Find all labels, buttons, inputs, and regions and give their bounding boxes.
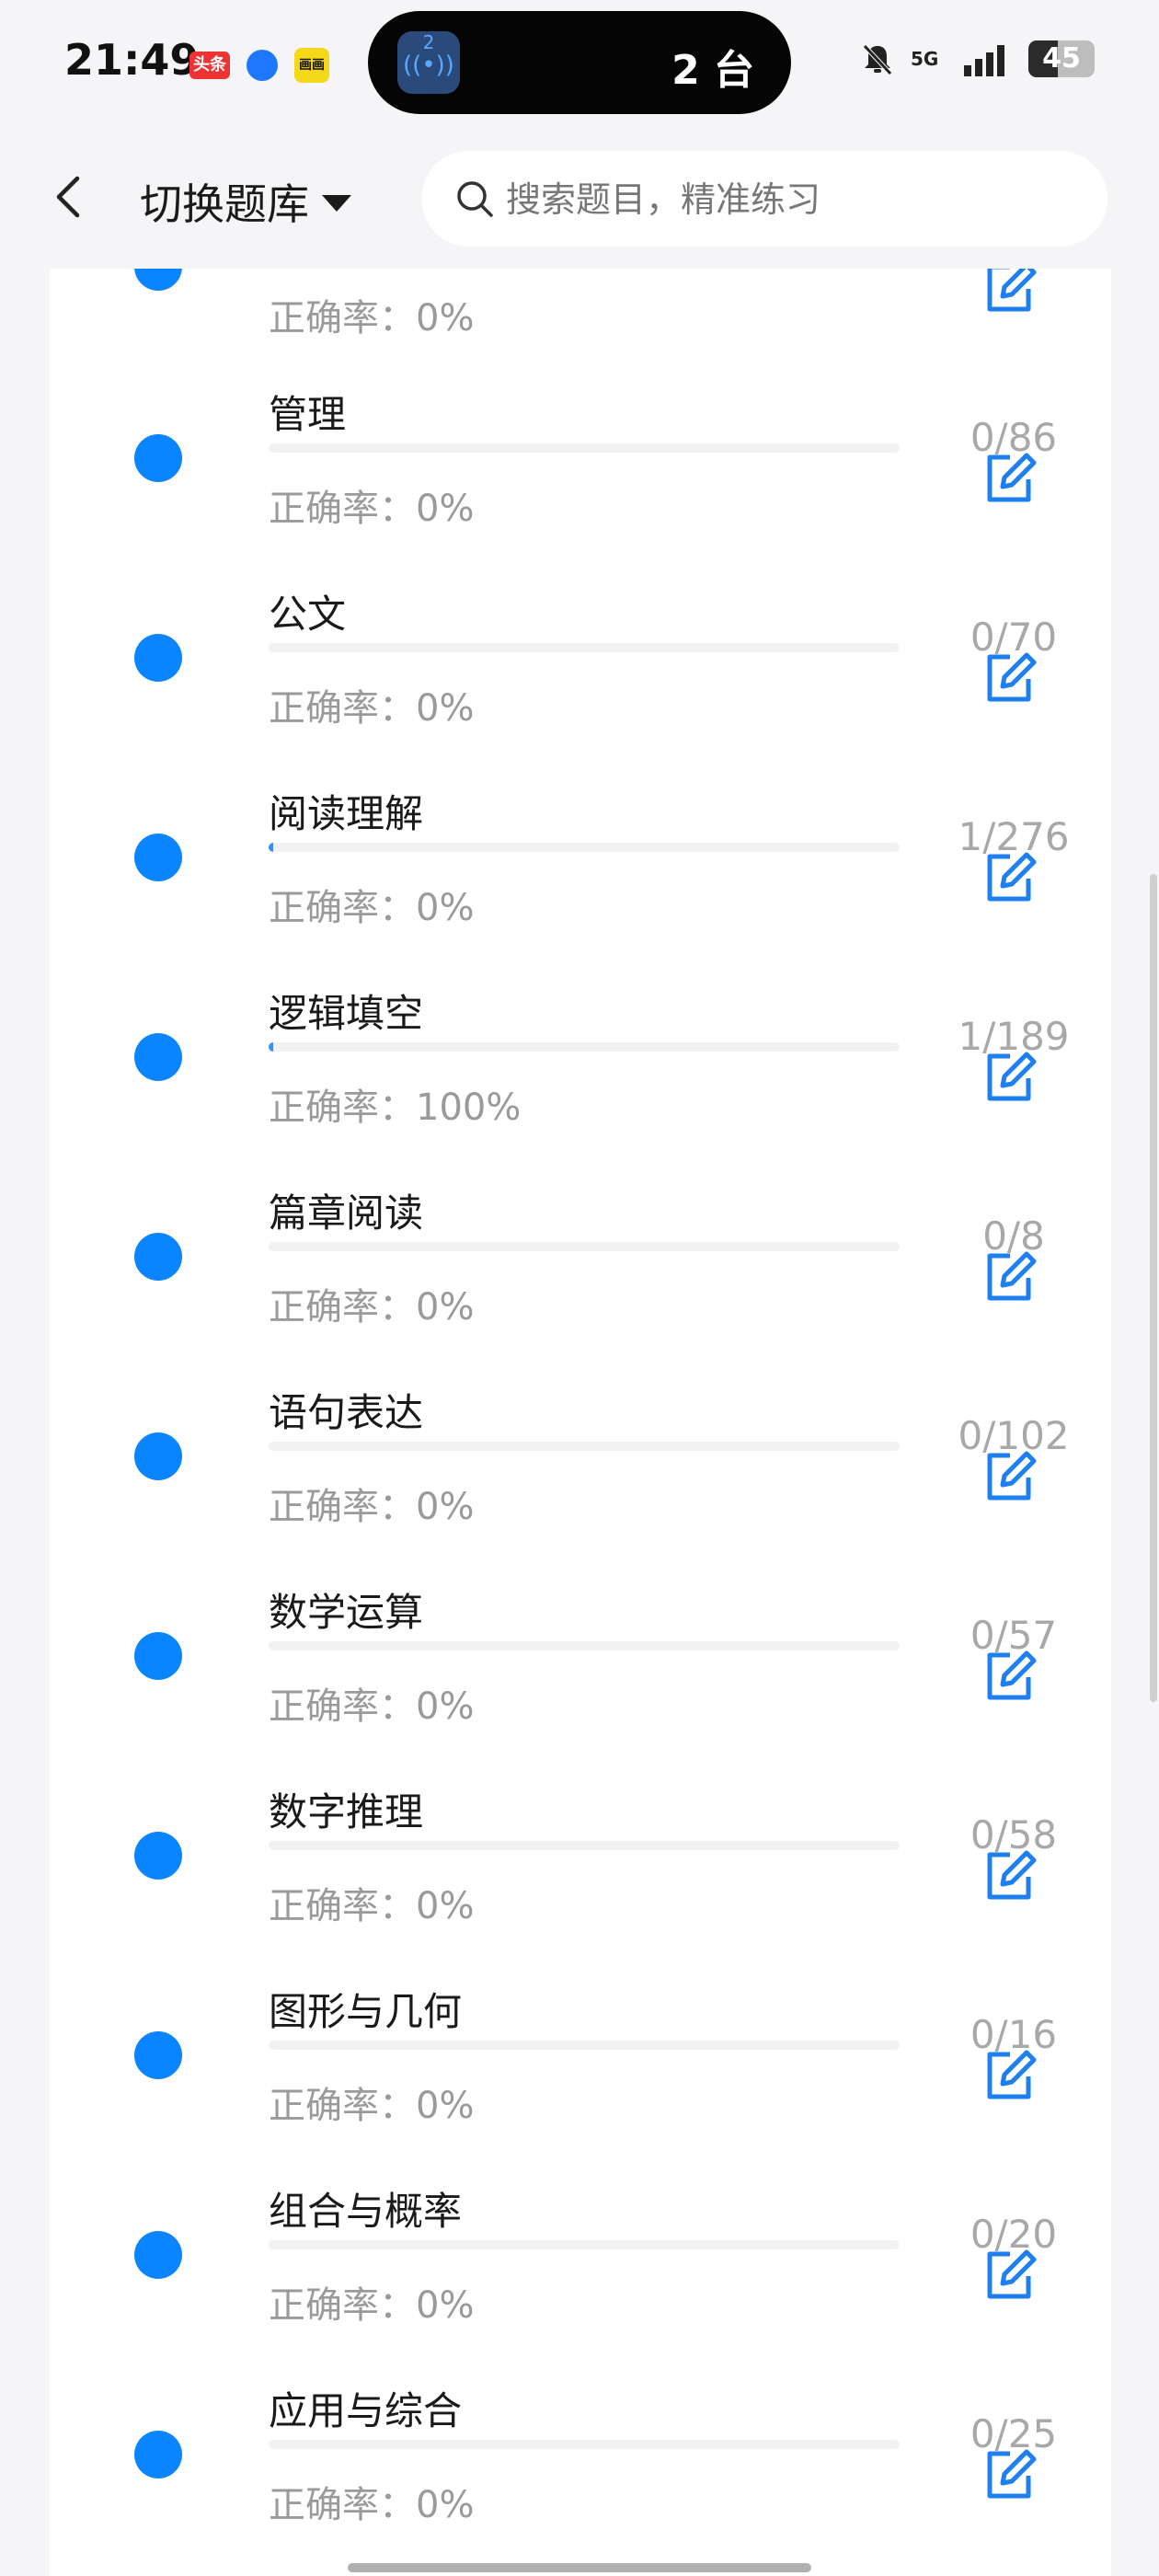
status-dot [134, 634, 182, 682]
edit-icon[interactable] [982, 2448, 1038, 2503]
category-row[interactable]: 数字推理 正确率：0% 0/58 [50, 1689, 1111, 1927]
category-row[interactable]: 公文 正确率：0% 0/70 [50, 491, 1111, 730]
search-icon [457, 181, 493, 217]
accuracy-text: 正确率：0% [269, 2484, 475, 2526]
progress-track [269, 1841, 900, 1850]
category-row[interactable]: 逻辑填空 正确率：100% 1/189 [50, 891, 1111, 1129]
status-dot [134, 1432, 182, 1480]
progress-track [269, 643, 900, 652]
category-name: 应用与综合 [269, 2388, 463, 2433]
caret-down-icon [322, 195, 351, 212]
category-name: 篇章阅读 [269, 1190, 424, 1236]
chat-app-icon [247, 50, 278, 81]
battery-icon: 45 [1028, 40, 1095, 77]
category-name: 阅读理解 [269, 791, 424, 836]
category-name: 数字推理 [269, 1789, 424, 1834]
dynamic-island[interactable]: 2 ((•)) 2 台 [368, 11, 791, 114]
status-dot [134, 434, 182, 482]
search-box[interactable] [421, 151, 1107, 247]
progress-track [269, 843, 900, 852]
status-dot [134, 2231, 182, 2279]
home-indicator[interactable] [348, 2563, 811, 2572]
progress-fill [269, 1042, 273, 1052]
back-arrow-icon[interactable] [52, 175, 85, 219]
notification-icons: 头条 画画 [189, 48, 329, 83]
switch-bank-label: 切换题库 [140, 179, 309, 229]
battery-level: 45 [1042, 42, 1081, 75]
status-dot [134, 269, 182, 291]
category-name: 数学运算 [269, 1590, 424, 1635]
progress-track [269, 2440, 900, 2449]
category-name: 管理 [269, 392, 347, 437]
status-dot [134, 2431, 182, 2478]
category-row[interactable]: 组合与概率 正确率：0% 0/20 [50, 2088, 1111, 2327]
status-dot [134, 2031, 182, 2079]
progress-track [269, 443, 900, 453]
category-name: 语句表达 [269, 1390, 424, 1435]
category-row[interactable]: 语句表达 正确率：0% 0/102 [50, 1290, 1111, 1528]
network-label: 5G [911, 48, 939, 70]
top-bar: 切换题库 [0, 129, 1159, 269]
category-list: 正确率：0% 管理 正确率：0% 0/86 公文 正确率：0% 0/70 阅读理… [50, 269, 1111, 2576]
switch-question-bank-dropdown[interactable]: 切换题库 [140, 171, 351, 232]
status-dot [134, 1632, 182, 1680]
category-name: 逻辑填空 [269, 991, 424, 1036]
status-bar: 21:49 头条 画画 2 ((•)) 2 台 5G 45 [0, 0, 1159, 129]
progress-track [269, 2041, 900, 2050]
signal-icon [964, 45, 1004, 76]
progress-track [269, 1641, 900, 1650]
progress-track [269, 1442, 900, 1451]
status-dot [134, 1033, 182, 1081]
toutiao-app-icon: 头条 [189, 52, 230, 79]
category-name: 公文 [269, 592, 347, 637]
scrollbar[interactable] [1150, 874, 1157, 1702]
status-dot [134, 1233, 182, 1281]
broadcast-icon: 2 ((•)) [397, 31, 460, 94]
progress-fill [269, 843, 273, 852]
progress-track [269, 2240, 900, 2249]
progress-track [269, 1242, 900, 1251]
category-name: 图形与几何 [269, 1989, 463, 2034]
status-dot [134, 834, 182, 881]
category-row[interactable]: 应用与综合 正确率：0% 0/25 [50, 2288, 1111, 2526]
category-row[interactable]: 管理 正确率：0% 0/86 [50, 292, 1111, 530]
status-time: 21:49 [64, 35, 200, 85]
system-icons: 5G 45 [859, 40, 1095, 77]
category-row[interactable]: 图形与几何 正确率：0% 0/16 [50, 1889, 1111, 2127]
category-name: 组合与概率 [269, 2189, 463, 2234]
category-row[interactable]: 数学运算 正确率：0% 0/57 [50, 1489, 1111, 1728]
status-dot [134, 1832, 182, 1880]
island-badge: 2 [422, 31, 435, 53]
bell-muted-icon [863, 44, 892, 75]
category-row[interactable]: 篇章阅读 正确率：0% 0/8 [50, 1090, 1111, 1328]
category-row[interactable]: 正确率：0% [50, 269, 1111, 339]
drawing-app-icon: 画画 [294, 48, 329, 83]
category-row[interactable]: 阅读理解 正确率：0% 1/276 [50, 691, 1111, 929]
island-text: 2 台 [671, 47, 754, 94]
search-input[interactable] [504, 175, 1078, 224]
progress-track [269, 1042, 900, 1052]
